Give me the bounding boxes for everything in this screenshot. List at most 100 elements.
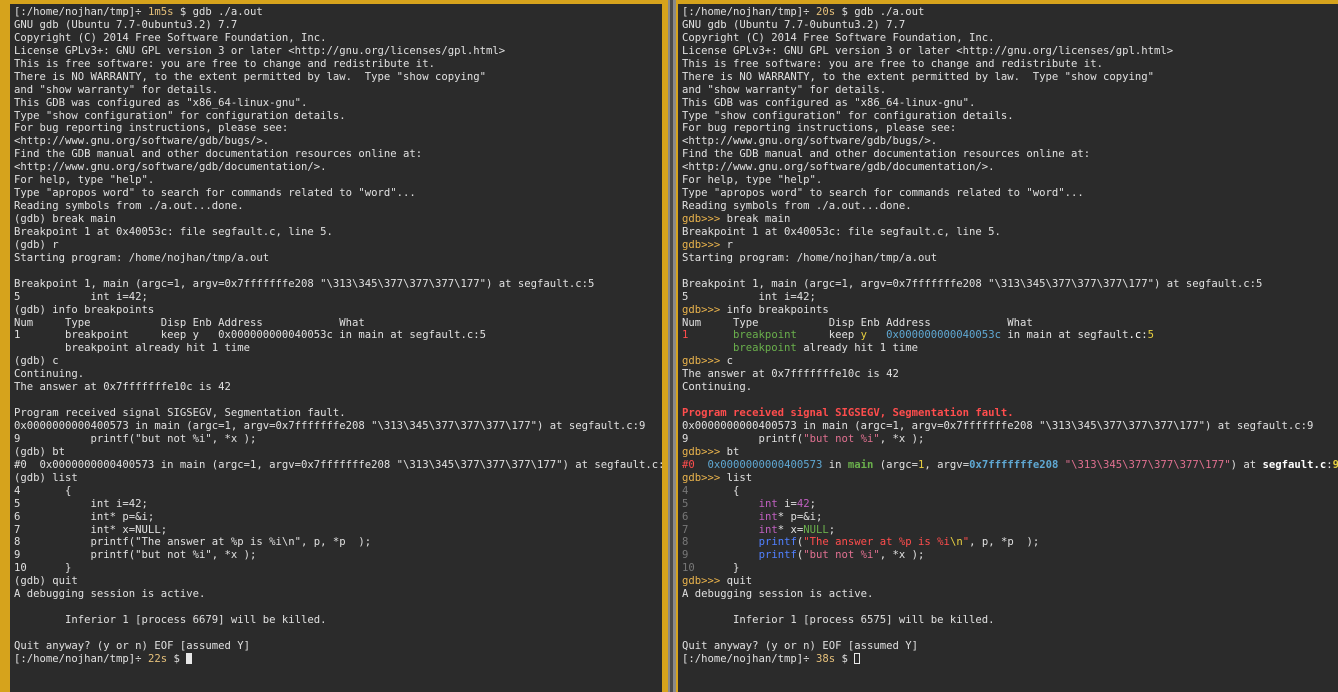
terminal-text: 4 { [14, 484, 72, 497]
terminal-line: Quit anyway? (y or n) EOF [assumed Y] [682, 640, 1338, 653]
terminal-text: Program received signal SIGSEGV, Segment… [14, 407, 346, 420]
terminal-line: (gdb) quit [14, 575, 662, 588]
terminal-text: breakpoint [733, 342, 797, 355]
terminal-text: [:/home/nojhan/tmp]÷ [682, 652, 816, 665]
terminal-text: Num Type Disp Enb Address What [682, 316, 1033, 329]
terminal-line: Reading symbols from ./a.out...done. [14, 200, 662, 213]
terminal-text: gdb>>> [682, 471, 721, 484]
terminal-line: This GDB was configured as "x86_64-linux… [682, 97, 1338, 110]
terminal-text: 10 } [14, 562, 72, 575]
terminal-line: Starting program: /home/nojhan/tmp/a.out [14, 252, 662, 265]
terminal-text: ; [828, 523, 836, 536]
terminal-line: GNU gdb (Ubuntu 7.7-0ubuntu3.2) 7.7 [682, 19, 1338, 32]
terminal-text: 0x0000000000400573 in main (argc=1, argv… [14, 420, 646, 432]
terminal-text: and "show warranty" for details. [14, 83, 219, 96]
terminal-text: bt [720, 445, 740, 458]
terminal-text: gdb>>> [682, 213, 721, 225]
terminal-line: 4 { [14, 485, 662, 498]
terminal-text: gdb>>> [682, 355, 721, 368]
terminal-text: <http://www.gnu.org/software/gdb/documen… [682, 161, 995, 174]
terminal-line: Inferior 1 [process 6575] will be killed… [682, 614, 1338, 627]
terminal-text: #0 [682, 458, 695, 471]
terminal-text: "\313\345\377\377\377\177" [1064, 458, 1231, 471]
terminal-text: (gdb) list [14, 471, 78, 484]
terminal-text: Copyright (C) 2014 Free Software Foundat… [682, 31, 995, 44]
terminal-cursor[interactable] [186, 652, 193, 664]
terminal-line: Reading symbols from ./a.out...done. [682, 200, 1338, 213]
terminal-text: The answer at 0x7fffffffe10c is 42 [14, 381, 231, 394]
terminal-pane-left[interactable]: [:/home/nojhan/tmp]÷ 1m5s $ gdb ./a.out G… [10, 4, 662, 692]
terminal-line: 1 breakpoint keep y 0x000000000040053c i… [14, 329, 662, 342]
terminal-text: 9 printf("but not %i", *x ); [14, 432, 257, 445]
terminal-text: Type "show configuration" for configurat… [14, 109, 346, 122]
terminal-line: (gdb) bt [14, 446, 662, 459]
terminal-line: For bug reporting instructions, please s… [14, 122, 662, 135]
terminal-line: 6 int* p=&i; [14, 511, 662, 524]
terminal-line: 9 printf("but not %i", *x ); [14, 433, 662, 446]
terminal-text: 9 [1332, 458, 1338, 471]
terminal-line: gdb>>> info breakpoints [682, 304, 1338, 317]
terminal-line: gdb>>> c [682, 355, 1338, 368]
terminal-text: For bug reporting instructions, please s… [14, 122, 289, 135]
terminal-text: breakpoint already hit 1 time [14, 342, 250, 355]
terminal-line: (gdb) r [14, 239, 662, 252]
terminal-text: [:/home/nojhan/tmp]÷ [14, 652, 148, 665]
terminal-line: For help, type "help". [14, 174, 662, 187]
terminal-text: Quit anyway? (y or n) EOF [assumed Y] [14, 639, 250, 652]
terminal-line: [:/home/nojhan/tmp]÷ 38s $ [682, 652, 1338, 666]
terminal-text: .c [1128, 329, 1142, 342]
terminal-line: <http://www.gnu.org/software/gdb/documen… [14, 161, 662, 174]
terminal-text: ) at [1230, 458, 1263, 471]
terminal-cursor[interactable] [854, 652, 861, 664]
terminal-text: } [694, 562, 740, 575]
terminal-text: i= [777, 497, 797, 510]
terminal-text: r [720, 238, 734, 251]
terminal-text: (gdb) r [14, 238, 59, 251]
terminal-text: Breakpoint 1 at 0x40053c: file segfault.… [682, 225, 1001, 238]
terminal-text: For help, type "help". [682, 174, 823, 187]
terminal-line: 7 int* x=NULL; [682, 524, 1338, 537]
pane-divider-handle[interactable] [670, 0, 673, 692]
terminal-text: Program received signal SIGSEGV, Segment… [682, 407, 1014, 420]
terminal-line: Type "apropos word" to search for comman… [682, 187, 1338, 200]
terminal-text: [:/home/nojhan/tmp]÷ [682, 6, 816, 18]
terminal-line: <http://www.gnu.org/software/gdb/bugs/>. [682, 135, 1338, 148]
terminal-text: Starting program: /home/nojhan/tmp/a.out [14, 251, 270, 264]
terminal-text: printf [758, 536, 797, 549]
terminal-text: (gdb) c [14, 355, 59, 368]
terminal-text: GNU gdb (Ubuntu 7.7-0ubuntu3.2) 7.7 [14, 18, 238, 31]
terminal-text: 0x0000000000400573 [707, 458, 823, 471]
terminal-text: Inferior 1 [process 6575] will be killed… [682, 614, 995, 627]
terminal-text: in main at segfault [1000, 329, 1129, 342]
terminal-line: Num Type Disp Enb Address What [14, 317, 662, 330]
terminal-line: (gdb) c [14, 355, 662, 368]
terminal-text: int [758, 510, 778, 523]
terminal-text: There is NO WARRANTY, to the extent perm… [682, 70, 1154, 83]
terminal-text: info breakpoints [720, 303, 829, 316]
terminal-text: Breakpoint 1, main (argc=1, argv=0x7ffff… [682, 277, 1263, 290]
terminal-text: gdb>>> [682, 575, 721, 588]
terminal-line: gdb>>> break main [682, 213, 1338, 226]
terminal-line: Quit anyway? (y or n) EOF [assumed Y] [14, 640, 662, 653]
terminal-text: Copyright (C) 2014 Free Software Foundat… [14, 31, 327, 44]
terminal-pane-right[interactable]: [:/home/nojhan/tmp]÷ 20s $ gdb ./a.out GN… [678, 4, 1338, 692]
terminal-line: (gdb) break main [14, 213, 662, 226]
terminal-line: Breakpoint 1 at 0x40053c: file segfault.… [682, 226, 1338, 239]
terminal-text: , *x ); [879, 432, 925, 445]
terminal-text: keep [796, 329, 861, 342]
terminal-text: 0x000000000040053c [886, 329, 1001, 342]
terminal-line: 4 { [682, 485, 1338, 498]
terminal-line: 8 printf("The answer at %p is %i\n", p, … [682, 536, 1338, 549]
terminal-line: This is free software: you are free to c… [14, 58, 662, 71]
terminal-text: 42 [796, 497, 810, 510]
terminal-text: Breakpoint 1 at 0x40053c: file segfault.… [14, 225, 333, 238]
terminal-text: 10 [682, 562, 695, 575]
terminal-text: "but not %i" [803, 432, 880, 445]
